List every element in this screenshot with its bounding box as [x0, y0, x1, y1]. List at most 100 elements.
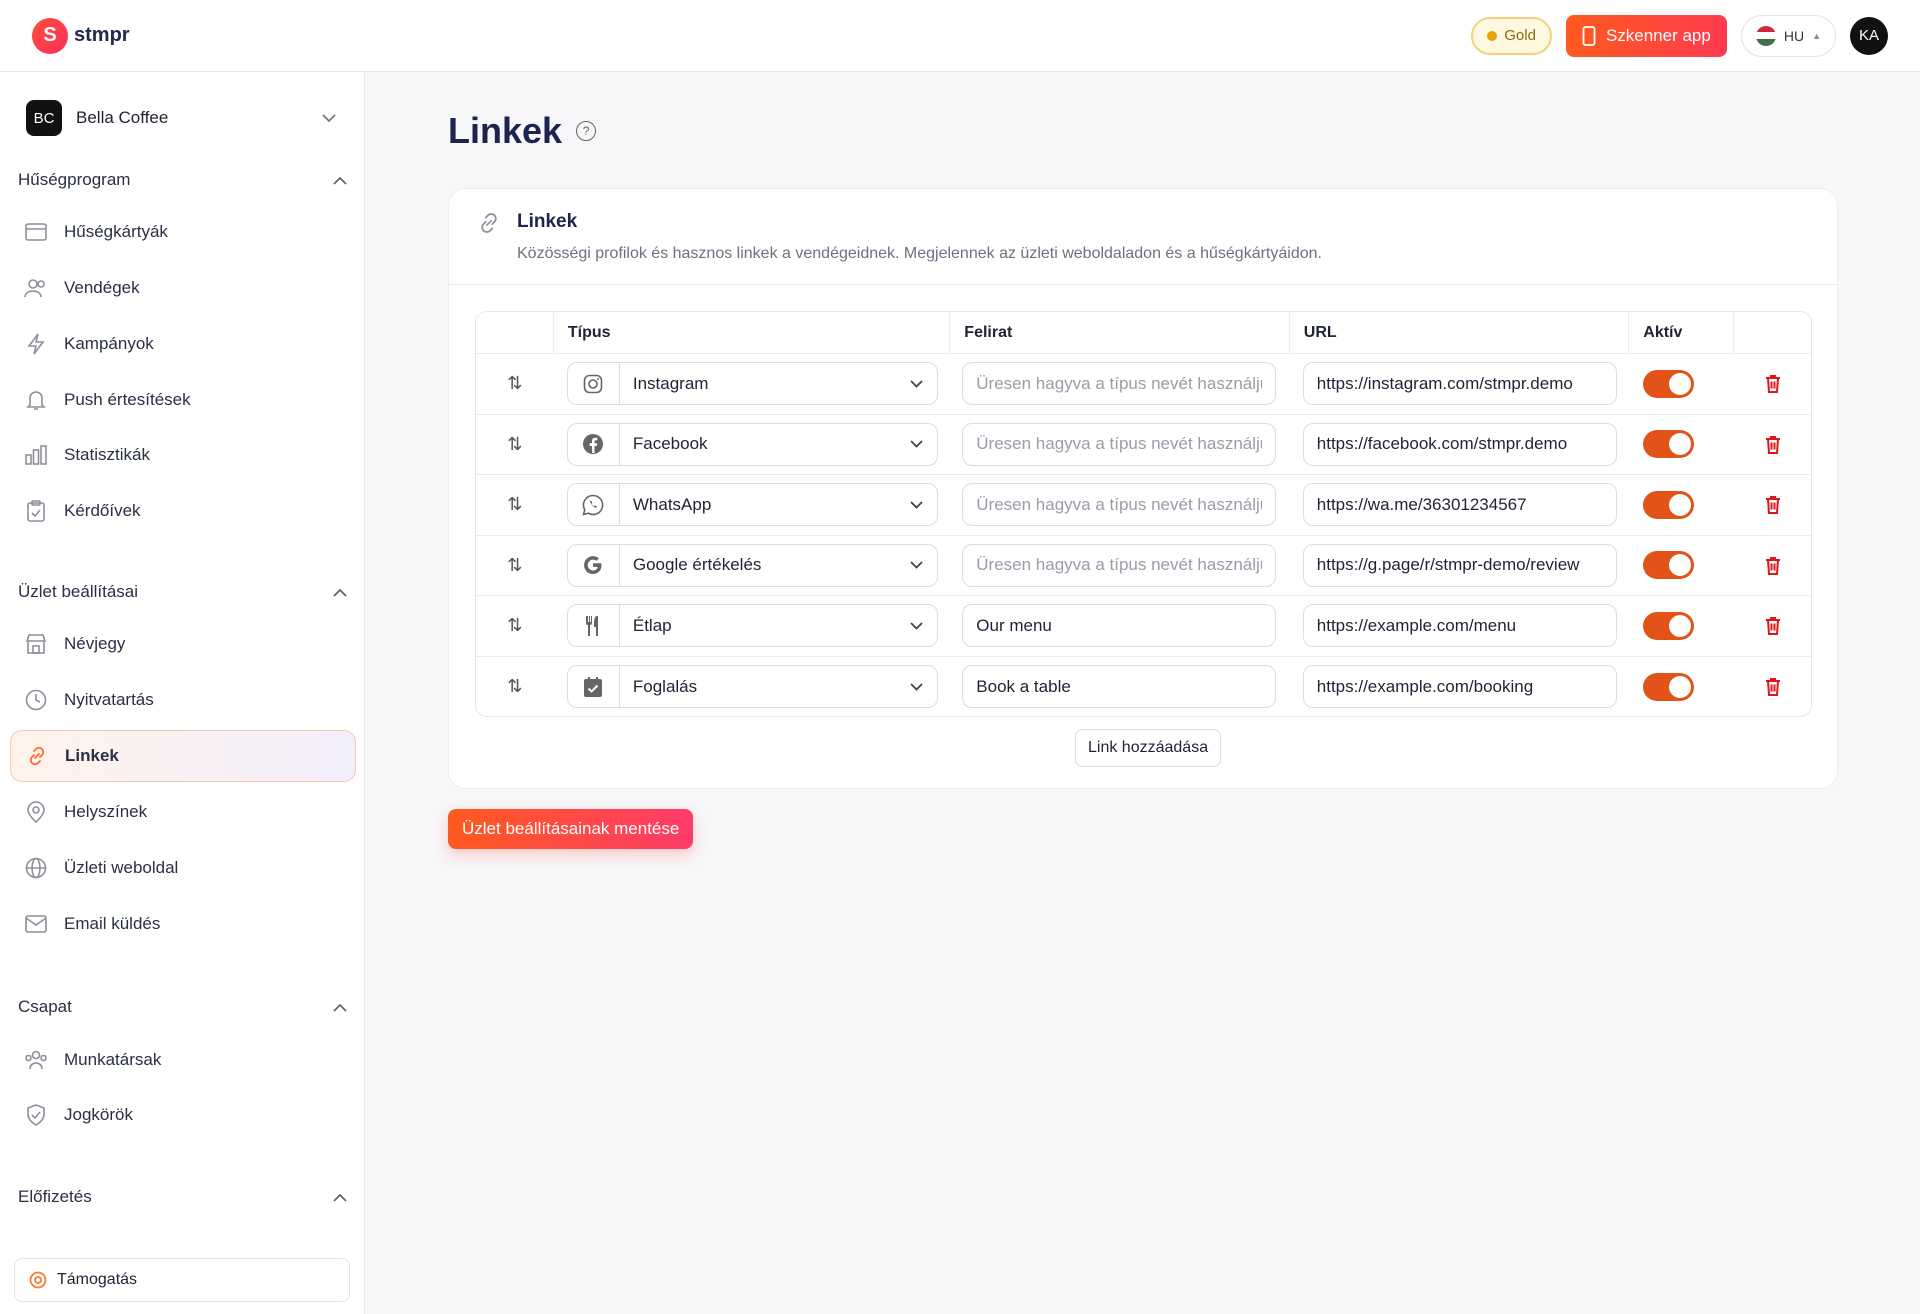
drag-handle-icon[interactable]: ⇅ [476, 475, 554, 535]
active-cell [1629, 596, 1734, 656]
type-select[interactable]: Foglalás [566, 665, 938, 709]
url-input[interactable] [1302, 665, 1617, 709]
delete-button[interactable] [1734, 657, 1811, 716]
help-icon[interactable]: ? [576, 121, 597, 141]
section-header-team[interactable]: Csapat [0, 989, 365, 1025]
lifebuoy-icon [29, 1271, 47, 1289]
type-select[interactable]: Étlap [566, 604, 938, 648]
drag-handle-icon[interactable]: ⇅ [476, 535, 554, 595]
business-selector[interactable]: BC Bella Coffee [16, 90, 346, 146]
section-header-business-settings[interactable]: Üzlet beállításai [0, 574, 365, 610]
save-settings-button[interactable]: Üzlet beállításainak mentése [448, 809, 694, 849]
section-loyalty: Hűségprogram [0, 162, 365, 198]
brand-logo[interactable]: S stmpr [32, 17, 130, 54]
table-row: ⇅ Facebook [476, 414, 1811, 475]
active-toggle[interactable] [1643, 672, 1695, 701]
toggle-knob [1669, 493, 1692, 516]
drag-handle-icon[interactable]: ⇅ [476, 596, 554, 656]
sidebar-item-email-sending[interactable]: Email küldés [10, 898, 356, 950]
menu-icon [568, 605, 620, 647]
sidebar-item-links[interactable]: Linkek [10, 730, 356, 782]
label-cell [950, 354, 1289, 414]
type-value: Google értékelés [632, 555, 762, 575]
sidebar-item-statistics[interactable]: Statisztikák [10, 429, 356, 481]
section-header-loyalty[interactable]: Hűségprogram [0, 162, 365, 198]
scanner-app-button[interactable]: Szkenner app [1565, 14, 1727, 57]
support-button[interactable]: Támogatás [14, 1258, 350, 1302]
chevron-up-icon [333, 1003, 347, 1012]
sidebar-item-guests[interactable]: Vendégek [10, 262, 356, 314]
label-input[interactable] [962, 665, 1277, 709]
delete-button[interactable] [1734, 414, 1811, 474]
column-header-url: URL [1290, 312, 1630, 354]
clipboard-icon [24, 499, 48, 523]
delete-button[interactable] [1734, 535, 1811, 595]
delete-button[interactable] [1734, 475, 1811, 535]
section-header-subscription[interactable]: Előfizetés [0, 1179, 365, 1215]
sidebar-item-campaigns[interactable]: Kampányok [10, 318, 356, 370]
main-content: Linkek ? Linkek Közösségi profilok és ha… [366, 72, 1920, 1314]
active-toggle[interactable] [1643, 611, 1695, 640]
user-avatar[interactable]: KA [1850, 16, 1888, 55]
section-title: Csapat [18, 997, 72, 1016]
sidebar-item-surveys[interactable]: Kérdőívek [10, 485, 356, 537]
sidebar-item-colleagues[interactable]: Munkatársak [10, 1034, 356, 1086]
scanner-app-label: Szkenner app [1605, 25, 1711, 45]
url-input[interactable] [1302, 422, 1617, 466]
google-icon [568, 544, 620, 586]
delete-button[interactable] [1734, 596, 1811, 656]
drag-handle-icon[interactable]: ⇅ [476, 657, 554, 716]
hungary-flag-icon [1755, 25, 1776, 46]
clock-icon [24, 688, 48, 712]
card-header: Linkek Közösségi profilok és hasznos lin… [449, 189, 1837, 285]
url-input[interactable] [1302, 362, 1617, 406]
label-cell [950, 535, 1289, 595]
chevron-down-icon [910, 561, 923, 570]
delete-button[interactable] [1734, 354, 1811, 414]
language-label: HU [1783, 27, 1805, 44]
sidebar-item-label: Vendégek [64, 278, 140, 297]
toggle-knob [1669, 554, 1692, 577]
add-link-button[interactable]: Link hozzáadása [1075, 729, 1222, 767]
location-icon [24, 800, 48, 824]
type-value: Foglalás [632, 676, 698, 696]
type-select[interactable]: Facebook [566, 422, 938, 466]
sidebar-item-label: Jogkörök [64, 1105, 133, 1124]
label-input[interactable] [962, 422, 1277, 466]
url-input[interactable] [1302, 483, 1617, 527]
active-toggle[interactable] [1643, 551, 1695, 580]
toggle-knob [1669, 372, 1692, 395]
type-select[interactable]: Google értékelés [566, 543, 938, 587]
sidebar-item-business-card[interactable]: Névjegy [10, 618, 356, 670]
label-input[interactable] [962, 483, 1277, 527]
drag-handle-icon[interactable]: ⇅ [476, 354, 554, 414]
label-input[interactable] [962, 604, 1277, 648]
type-cell: WhatsApp [554, 475, 950, 535]
url-cell [1290, 596, 1629, 656]
label-input[interactable] [962, 362, 1277, 406]
active-cell [1629, 354, 1734, 414]
url-input[interactable] [1302, 543, 1617, 587]
drag-handle-icon[interactable]: ⇅ [476, 414, 554, 474]
type-select[interactable]: Instagram [566, 362, 938, 406]
links-card: Linkek Közösségi profilok és hasznos lin… [448, 188, 1838, 789]
active-toggle[interactable] [1643, 369, 1695, 398]
plan-label: Gold [1504, 27, 1536, 44]
chevron-down-icon [910, 501, 923, 509]
sidebar-item-opening-hours[interactable]: Nyitvatartás [10, 674, 356, 726]
url-input[interactable] [1302, 604, 1617, 648]
sidebar-item-push-notifications[interactable]: Push értesítések [10, 374, 356, 426]
sidebar-item-permissions[interactable]: Jogkörök [10, 1089, 356, 1141]
shield-icon [24, 1103, 48, 1127]
active-toggle[interactable] [1643, 430, 1695, 459]
sidebar-item-locations[interactable]: Helyszínek [10, 786, 356, 838]
active-toggle[interactable] [1643, 490, 1695, 519]
language-selector[interactable]: HU ▲ [1740, 14, 1836, 57]
type-select[interactable]: WhatsApp [566, 483, 938, 527]
sidebar-item-label: Push értesítések [64, 390, 191, 409]
sidebar-item-loyalty-cards[interactable]: Hűségkártyák [10, 206, 356, 258]
sidebar-item-business-website[interactable]: Üzleti weboldal [10, 842, 356, 894]
type-cell: Instagram [554, 354, 950, 414]
plan-badge[interactable]: Gold [1471, 16, 1552, 55]
label-input[interactable] [962, 543, 1277, 587]
